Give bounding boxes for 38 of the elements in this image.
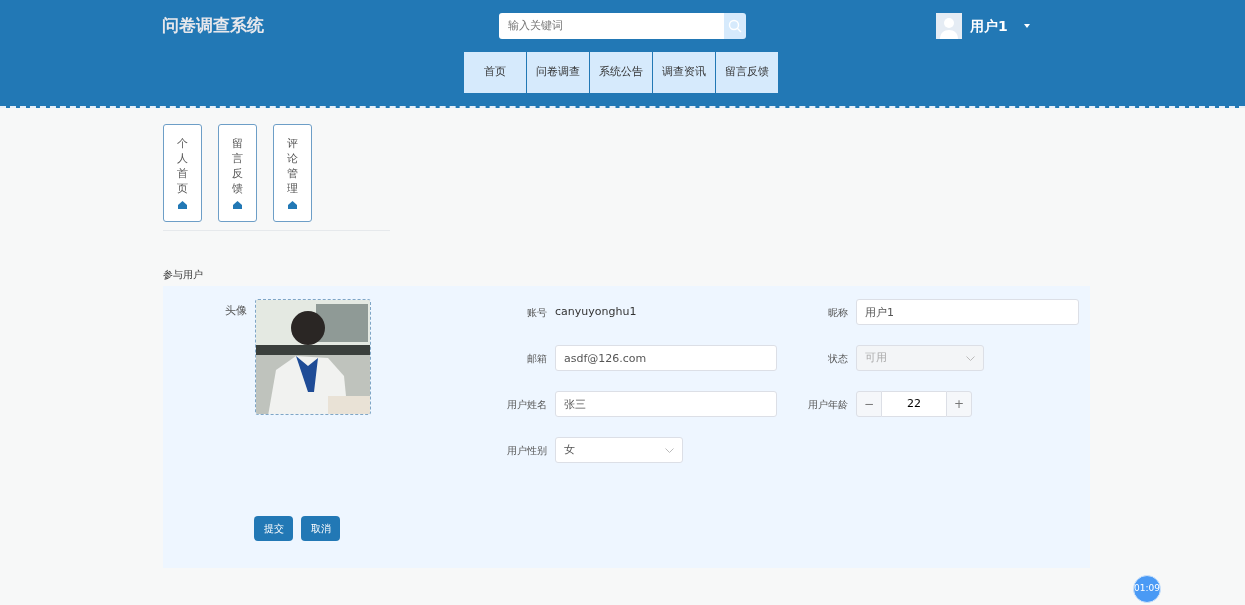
field-label: 邮箱 [526,351,547,366]
house-icon [288,200,297,209]
field-label: 状态 [827,351,848,366]
plus-button[interactable]: + [946,391,972,417]
minus-button[interactable]: − [856,391,882,417]
side-menu-item[interactable]: 个人首页 [163,124,202,222]
form-button[interactable]: 取消 [301,516,340,541]
field-label: 账号 [526,305,547,320]
input-field[interactable]: asdf@126.com [555,345,777,371]
select-field[interactable]: 女 [555,437,683,463]
timer-badge: 01:09 [1133,575,1161,603]
side-menu-item[interactable]: 留言反馈 [218,124,257,222]
chevron-icon [665,447,674,453]
field-label: 昵称 [827,305,848,320]
input-field[interactable]: 用户1 [856,299,1079,325]
house-icon [233,200,242,209]
nav-tab[interactable]: 系统公告 [590,52,652,93]
site-title: 问卷调查系统 [162,14,265,38]
form-button[interactable]: 提交 [254,516,293,541]
nav-tab[interactable]: 问卷调查 [527,52,589,93]
house-icon [178,200,187,209]
field-label: 用户性别 [506,443,547,458]
nav-tab[interactable]: 调查资讯 [653,52,715,93]
field-label: 用户年龄 [807,397,848,412]
field-label: 头像 [224,303,247,319]
caret-icon[interactable] [1023,24,1030,28]
nav-tab[interactable]: 首页 [464,52,526,93]
side-menu-item[interactable]: 评论管理 [273,124,312,222]
section-title: 参与用户 [163,268,204,282]
chevron-icon [966,355,975,361]
search-field[interactable]: 输入关键词 [499,13,724,39]
account-value: canyuyonghu1 [555,303,638,320]
nav-tab[interactable]: 留言反馈 [716,52,778,93]
user-avatar-icon [936,13,962,39]
number-field[interactable]: 22 [882,391,946,417]
user-name[interactable]: 用户1 [970,15,1008,37]
field-label: 用户姓名 [506,397,547,412]
input-field[interactable]: 张三 [555,391,777,417]
